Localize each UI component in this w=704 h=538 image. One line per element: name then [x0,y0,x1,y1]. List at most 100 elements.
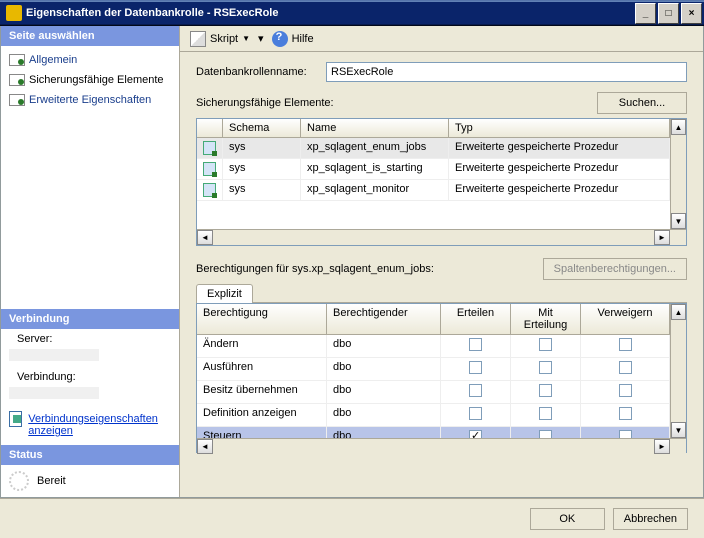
chevron-down-icon: ▼ [242,34,250,43]
checkbox[interactable] [469,338,482,351]
sidebar-item-securables[interactable]: Sicherungsfähige Elemente [5,70,175,90]
cell-grantor: dbo [327,335,441,357]
cell-deny [581,335,670,357]
script-icon [190,31,206,47]
cancel-button[interactable]: Abbrechen [613,508,688,530]
toolbar-separator: ▾ [258,32,264,45]
cell-withgrant [511,381,581,403]
connection-properties-link[interactable]: Verbindungseigenschaften anzeigen [28,411,171,439]
permission-row[interactable]: Änderndbo [197,335,670,358]
perm-header-withgrant[interactable]: Mit Erteilung [511,304,581,334]
scrollbar-horizontal[interactable]: ◄ ► [197,438,686,454]
cell-grant [441,381,511,403]
minimize-button[interactable]: _ [635,3,656,24]
toolbar: Skript ▼ ▾ Hilfe [180,26,703,52]
connection-header: Verbindung [1,309,179,329]
cell-grantor: dbo [327,381,441,403]
cell-schema: sys [223,180,301,200]
checkbox[interactable] [619,361,632,374]
securable-row[interactable]: sysxp_sqlagent_monitorErweiterte gespeic… [197,180,670,201]
permission-row[interactable]: Steuerndbo [197,427,670,438]
scroll-right-icon[interactable]: ► [654,439,670,454]
scroll-down-icon[interactable]: ▼ [671,422,686,438]
grid-header-icon[interactable] [197,119,223,137]
checkbox[interactable] [539,407,552,420]
rolename-input[interactable] [326,62,687,82]
perm-header-grant[interactable]: Erteilen [441,304,511,334]
scroll-left-icon[interactable]: ◄ [197,439,213,454]
cell-permission: Ändern [197,335,327,357]
sidebar-item-general[interactable]: Allgemein [5,50,175,70]
permission-row[interactable]: Ausführendbo [197,358,670,381]
checkbox[interactable] [539,338,552,351]
scroll-up-icon[interactable]: ▲ [671,304,686,320]
securables-label: Sicherungsfähige Elemente: [196,97,597,109]
checkbox[interactable] [469,407,482,420]
permission-row[interactable]: Definition anzeigendbo [197,404,670,427]
scroll-up-icon[interactable]: ▲ [671,119,686,135]
page-icon [9,53,25,67]
cell-permission: Besitz übernehmen [197,381,327,403]
securable-row[interactable]: sysxp_sqlagent_is_startingErweiterte ges… [197,159,670,180]
properties-icon [9,411,22,427]
perm-header-permission[interactable]: Berechtigung [197,304,327,334]
help-button[interactable]: Hilfe [268,29,318,49]
scrollbar-horizontal[interactable]: ◄ ► [197,229,686,245]
cell-name: xp_sqlagent_monitor [301,180,449,200]
stored-proc-icon [203,183,216,197]
checkbox[interactable] [539,361,552,374]
sidebar-header: Seite auswählen [1,26,179,46]
grid-header-name[interactable]: Name [301,119,449,137]
ok-button[interactable]: OK [530,508,605,530]
permissions-grid: Berechtigung Berechtigender Erteilen Mit… [196,303,687,453]
sidebar-item-extended[interactable]: Erweiterte Eigenschaften [5,90,175,110]
grid-header-typ[interactable]: Typ [449,119,670,137]
checkbox[interactable] [469,361,482,374]
cell-withgrant [511,427,581,438]
cell-deny [581,358,670,380]
checkbox[interactable] [619,384,632,397]
checkbox[interactable] [619,338,632,351]
search-button[interactable]: Suchen... [597,92,687,114]
permissions-label: Berechtigungen für sys.xp_sqlagent_enum_… [196,263,543,275]
cell-grantor: dbo [327,404,441,426]
close-button[interactable]: × [681,3,702,24]
help-icon [272,31,288,47]
footer: OK Abbrechen [0,498,704,538]
server-label: Server: [9,329,171,349]
scrollbar-vertical[interactable]: ▲ ▼ [670,304,686,438]
checkbox[interactable] [539,384,552,397]
perm-header-deny[interactable]: Verweigern [581,304,670,334]
cell-schema: sys [223,159,301,179]
cell-grant [441,404,511,426]
scrollbar-vertical[interactable]: ▲ ▼ [670,119,686,229]
window-title: Eigenschaften der Datenbankrolle - RSExe… [26,7,635,19]
stored-proc-icon [203,162,216,176]
checkbox[interactable] [539,430,552,438]
status-text: Bereit [37,475,66,487]
cell-deny [581,404,670,426]
tab-explicit[interactable]: Explizit [196,284,253,303]
connection-label: Verbindung: [9,367,171,387]
checkbox[interactable] [469,384,482,397]
checkbox[interactable] [469,430,482,438]
cell-typ: Erweiterte gespeicherte Prozedur [449,138,670,158]
perm-header-grantor[interactable]: Berechtigender [327,304,441,334]
cell-permission: Definition anzeigen [197,404,327,426]
scroll-down-icon[interactable]: ▼ [671,213,686,229]
cell-deny [581,427,670,438]
scroll-right-icon[interactable]: ► [654,230,670,245]
app-icon [6,5,22,21]
cell-schema: sys [223,138,301,158]
securable-row[interactable]: sysxp_sqlagent_enum_jobsErweiterte gespe… [197,138,670,159]
scroll-left-icon[interactable]: ◄ [197,230,213,245]
checkbox[interactable] [619,430,632,438]
checkbox[interactable] [619,407,632,420]
script-button[interactable]: Skript ▼ [186,29,254,49]
connection-value [9,387,99,399]
server-value [9,349,99,361]
cell-name: xp_sqlagent_is_starting [301,159,449,179]
maximize-button[interactable]: □ [658,3,679,24]
permission-row[interactable]: Besitz übernehmendbo [197,381,670,404]
grid-header-schema[interactable]: Schema [223,119,301,137]
